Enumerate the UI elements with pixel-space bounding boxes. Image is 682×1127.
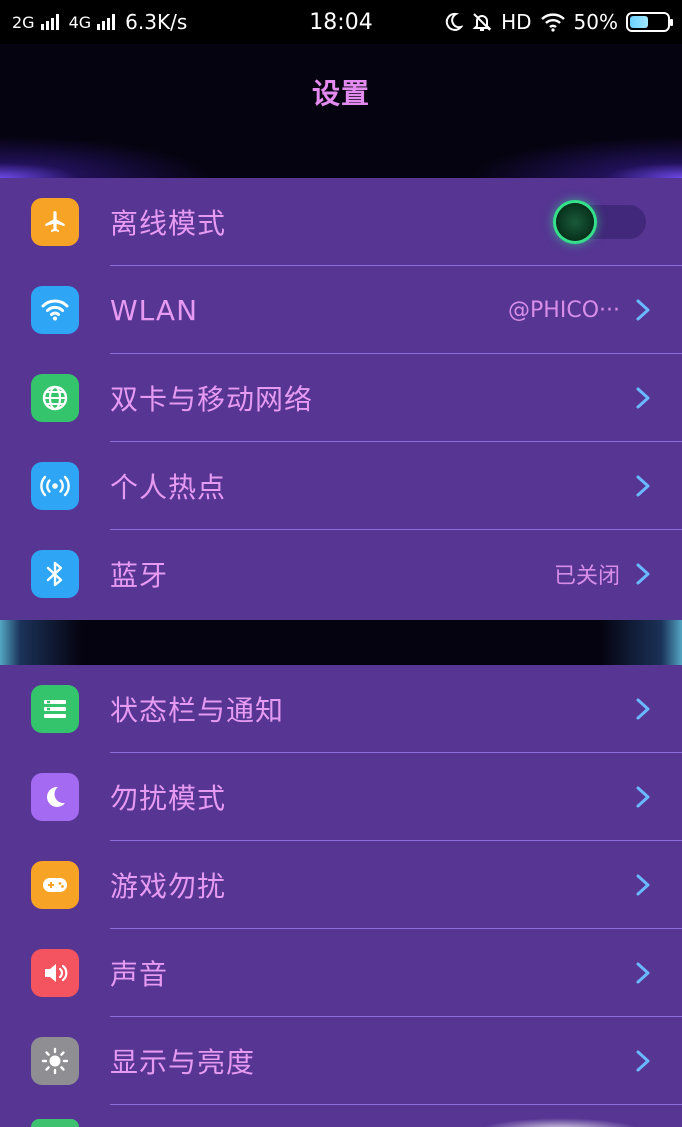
status-bar-right: HD 50%: [443, 10, 673, 34]
sim1-label: 2G: [12, 12, 35, 32]
chevron-right-icon: [636, 563, 650, 585]
globe-icon: [31, 374, 79, 422]
settings-item-label: 游戏勿扰: [110, 870, 227, 903]
airplane-mode-toggle[interactable]: [556, 203, 646, 241]
page-title: 设置: [311, 77, 370, 110]
airplane-icon: [31, 198, 79, 246]
hotspot-icon: [31, 462, 79, 510]
status-bar-left: 2G 4G 6.3K/s: [12, 10, 443, 34]
settings-item-do-not-disturb[interactable]: 勿扰模式: [0, 753, 682, 841]
status-bar: 2G 4G 6.3K/s 18:04 HD 50%: [0, 0, 682, 44]
battery-fill: [630, 16, 648, 28]
settings-item-hotspot[interactable]: 个人热点: [0, 442, 682, 530]
next-item-icon-peek: [31, 1119, 79, 1127]
wlan-network-name: @PHICO···: [508, 297, 620, 323]
chevron-right-icon: [636, 962, 650, 984]
chevron-right-icon: [636, 299, 650, 321]
settings-item-label: 个人热点: [110, 471, 227, 504]
settings-item-label: 勿扰模式: [110, 782, 227, 815]
chevron-right-icon: [636, 475, 650, 497]
network-speed: 6.3K/s: [125, 10, 188, 34]
settings-item-display-brightness[interactable]: 显示与亮度: [0, 1017, 682, 1105]
settings-item-label: 离线模式: [110, 207, 227, 240]
wifi-status-icon: [540, 13, 565, 32]
settings-item-game-dnd[interactable]: 游戏勿扰: [0, 841, 682, 929]
settings-item-label: 蓝牙: [110, 559, 169, 592]
toggle-knob: [556, 203, 594, 241]
battery-percent: 50%: [573, 10, 618, 34]
chevron-right-icon: [636, 1050, 650, 1072]
speaker-icon: [31, 949, 79, 997]
signal-bars-icon: [40, 14, 59, 30]
settings-item-label: 状态栏与通知: [110, 694, 285, 727]
section-separator: [0, 620, 682, 665]
signal-bars-icon: [97, 14, 116, 30]
chevron-right-icon: [636, 387, 650, 409]
moon-icon: [445, 12, 464, 31]
settings-item-status-bar-notifications[interactable]: 状态栏与通知: [0, 665, 682, 753]
settings-item-bluetooth[interactable]: 蓝牙 已关闭: [0, 530, 682, 618]
brightness-icon: [31, 1037, 79, 1085]
bluetooth-icon: [31, 550, 79, 598]
settings-group-system: 状态栏与通知 勿扰模式 游戏勿扰 声音 显示与亮度: [0, 665, 682, 1127]
decorative-glow: [480, 1118, 640, 1127]
settings-group-network: 离线模式 WLAN @PHICO··· 双卡与移动网络 个人热点 蓝牙 已关闭: [0, 178, 682, 620]
chevron-right-icon: [636, 786, 650, 808]
settings-item-label: 显示与亮度: [110, 1046, 256, 1079]
bell-muted-icon: [472, 13, 492, 31]
settings-item-sound[interactable]: 声音: [0, 929, 682, 1017]
bluetooth-status: 已关闭: [553, 564, 620, 589]
chevron-right-icon: [636, 698, 650, 720]
settings-item-label: 双卡与移动网络: [110, 383, 314, 416]
moon-icon: [31, 773, 79, 821]
status-bar-icon: [31, 685, 79, 733]
settings-item-airplane-mode[interactable]: 离线模式: [0, 178, 682, 266]
settings-item-dual-sim[interactable]: 双卡与移动网络: [0, 354, 682, 442]
settings-item-wlan[interactable]: WLAN @PHICO···: [0, 266, 682, 354]
battery-icon: [626, 12, 673, 32]
settings-header: 设置: [0, 44, 682, 178]
chevron-right-icon: [636, 874, 650, 896]
settings-item-label: WLAN: [110, 293, 199, 327]
divider: [110, 1104, 682, 1105]
hd-label: HD: [501, 10, 532, 34]
gamepad-icon: [31, 861, 79, 909]
sim2-label: 4G: [68, 12, 92, 32]
wifi-icon: [31, 286, 79, 334]
settings-item-label: 声音: [110, 958, 169, 991]
